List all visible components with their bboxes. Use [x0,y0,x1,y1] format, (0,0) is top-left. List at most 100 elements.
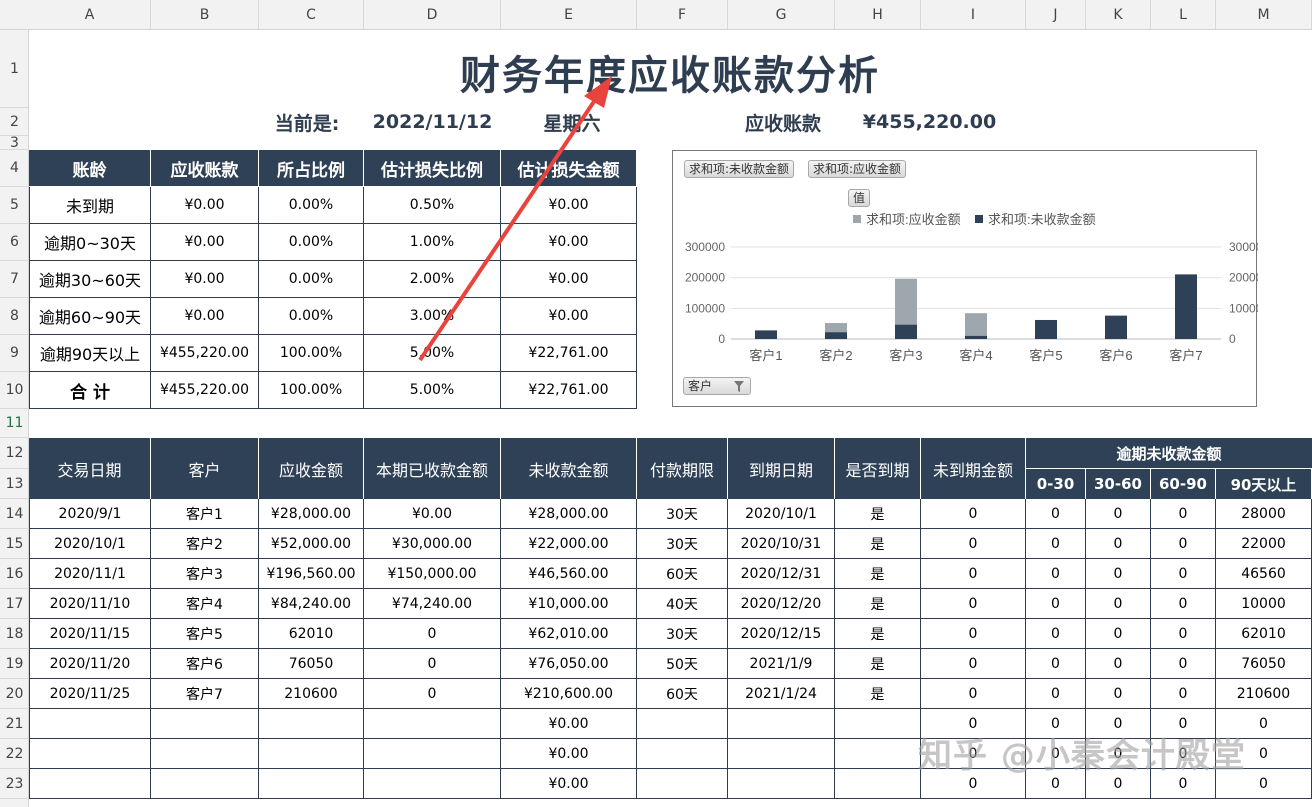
row-header-23[interactable]: 23 [0,769,29,799]
row-header-14[interactable]: 14 [0,499,29,529]
column-header-g[interactable]: G [728,0,835,30]
pivot-field-button-receivable[interactable]: 求和项:应收金额 [808,160,907,178]
aging-cell: ¥0.00 [151,261,259,298]
row-header-3[interactable]: 3 [0,135,29,151]
column-header-b[interactable]: B [151,0,259,30]
detail-cell: 0 [921,499,1026,529]
detail-cell: 22000 [1216,529,1312,559]
column-header-l[interactable]: L [1151,0,1216,30]
detail-cell: 是 [835,679,921,709]
bar-receivable [755,330,777,339]
bar-receivable [1035,319,1057,339]
detail-cell: ¥0.00 [364,499,501,529]
row-header-11[interactable]: 11 [0,409,29,438]
row-header-7[interactable]: 7 [0,261,29,298]
aging-cell: ¥0.00 [151,224,259,261]
column-header-e[interactable]: E [501,0,637,30]
detail-cell: 0 [1151,529,1216,559]
aging-cell: ¥0.00 [501,187,637,224]
row-header-19[interactable]: 19 [0,649,29,679]
detail-cell: ¥10,000.00 [501,589,637,619]
row-header-16[interactable]: 16 [0,559,29,589]
y-tick-left: 100000 [685,301,725,315]
aging-cell: ¥455,220.00 [151,372,259,409]
detail-cell [29,769,151,799]
detail-cell [259,769,364,799]
row-header-20[interactable]: 20 [0,679,29,709]
detail-cell: 2020/10/1 [29,529,151,559]
row-header-5[interactable]: 5 [0,187,29,224]
detail-header-cell: 是否到期 [835,438,921,499]
row-header-15[interactable]: 15 [0,529,29,559]
row-header-6[interactable]: 6 [0,224,29,261]
detail-cell: ¥0.00 [501,709,637,739]
row-header-4[interactable]: 4 [0,150,29,187]
pivot-field-button-unpaid[interactable]: 求和项:未收款金额 [684,160,795,178]
detail-cell [364,739,501,769]
row-header-8[interactable]: 8 [0,298,29,335]
detail-cell: 是 [835,499,921,529]
detail-cell: 0 [1026,559,1086,589]
legend-label: 求和项:应收金额 [866,212,961,227]
row-header-18[interactable]: 18 [0,619,29,649]
detail-cell: 客户7 [151,679,259,709]
detail-cell: 210600 [1216,679,1312,709]
overdue-group-header: 逾期未收款金额 [1026,438,1312,469]
y-tick-right: 200000 [1229,271,1258,285]
x-tick-label: 客户5 [1029,348,1062,363]
detail-cell: 2020/11/20 [29,649,151,679]
row-header-9[interactable]: 9 [0,335,29,372]
current-date: 2022/11/12 [372,111,493,133]
row-header-22[interactable]: 22 [0,739,29,769]
current-label: 当前是: [274,112,340,135]
weekday: 星期六 [543,112,601,135]
bar-unpaid [895,324,917,339]
detail-cell [151,769,259,799]
detail-cell: 0 [1086,619,1151,649]
aging-cell: ¥0.00 [151,187,259,224]
x-tick-label: 客户3 [889,348,922,363]
row-header-1[interactable]: 1 [0,30,29,108]
detail-cell: 2020/12/31 [728,559,835,589]
aging-cell: ¥22,761.00 [501,335,637,372]
aging-cell: 3.00% [364,298,501,335]
column-header-d[interactable]: D [364,0,501,30]
values-button[interactable]: 值 [848,189,871,207]
detail-cell: 是 [835,529,921,559]
detail-header-cell: 未到期金额 [921,438,1026,499]
column-header-j[interactable]: J [1026,0,1086,30]
pivot-chart[interactable]: 求和项:未收款金额 求和项:应收金额 值 客户 求和项:应收金额 求和项:未收款金… [672,150,1258,407]
row-header-10[interactable]: 10 [0,372,29,409]
column-header-m[interactable]: M [1216,0,1312,30]
detail-cell: 0 [1151,499,1216,529]
column-header-k[interactable]: K [1086,0,1151,30]
axis-field-button[interactable]: 客户 [683,377,751,395]
y-tick-left: 300000 [685,240,725,254]
row-header-21[interactable]: 21 [0,709,29,739]
column-header-c[interactable]: C [259,0,364,30]
detail-cell [29,709,151,739]
row-header-17[interactable]: 17 [0,589,29,619]
detail-cell: 客户1 [151,499,259,529]
column-header-h[interactable]: H [835,0,921,30]
row-header-bar: 1 2 3 4 5 6 7 8 9 10 11 12 13 14 15 16 17 18 19 20 21 22 23 [0,30,29,807]
detail-cell [259,739,364,769]
legend-label: 求和项:未收款金额 [988,212,1096,227]
bar-receivable [965,313,987,339]
aging-header-cell: 估计损失金额 [501,150,637,187]
aging-cell: 5.00% [364,372,501,409]
column-header-f[interactable]: F [637,0,728,30]
x-tick-label: 客户1 [749,348,782,363]
column-header-a[interactable]: A [29,0,151,30]
detail-cell [637,769,728,799]
y-tick-left: 0 [718,332,725,346]
detail-cell: 0 [364,649,501,679]
y-tick-left: 200000 [685,271,725,285]
aging-cell: ¥0.00 [501,261,637,298]
row-header-2[interactable]: 2 [0,108,29,136]
row-header-13[interactable]: 13 [0,469,29,499]
row-header-12[interactable]: 12 [0,438,29,469]
column-header-i[interactable]: I [921,0,1026,30]
detail-cell: 30天 [637,619,728,649]
detail-cell: 2020/11/10 [29,589,151,619]
